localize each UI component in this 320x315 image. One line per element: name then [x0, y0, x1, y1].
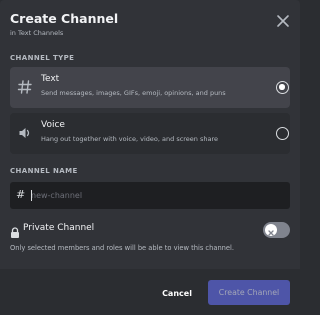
private-channel-description: Only selected members and roles will be …	[10, 244, 235, 252]
private-channel-label: Private Channel	[23, 223, 95, 233]
cancel-button[interactable]: Cancel	[154, 281, 200, 305]
channel-name-prefix: #	[16, 188, 26, 201]
channel-type-label: CHANNEL TYPE	[10, 54, 75, 62]
option-title: Voice	[41, 120, 65, 130]
channel-name-field: #	[10, 182, 290, 209]
channel-name-input[interactable]	[28, 186, 283, 205]
speaker-icon	[17, 125, 33, 141]
lock-icon	[10, 223, 20, 238]
toggle-knob	[265, 224, 277, 236]
modal-header: Create Channel in Text Channels	[10, 11, 118, 38]
option-description: Send messages, images, GIFs, emoji, opin…	[41, 89, 226, 97]
x-icon	[268, 230, 274, 236]
option-title: Text	[41, 74, 60, 84]
radio-text-selected[interactable]	[276, 81, 289, 94]
close-icon[interactable]	[276, 13, 290, 27]
modal-subtitle: in Text Channels	[10, 29, 64, 37]
hash-icon	[17, 79, 33, 95]
private-channel-toggle[interactable]	[263, 222, 290, 238]
create-channel-button[interactable]: Create Channel	[208, 280, 290, 305]
modal-title: Create Channel	[10, 11, 119, 26]
channel-name-label: CHANNEL NAME	[10, 167, 78, 175]
channel-type-option-text[interactable]: Text Send messages, images, GIFs, emoji,…	[10, 67, 290, 108]
option-description: Hang out together with voice, video, and…	[41, 135, 219, 143]
channel-type-option-voice[interactable]: Voice Hang out together with voice, vide…	[10, 113, 290, 154]
radio-voice[interactable]	[276, 127, 289, 140]
text-caret	[31, 190, 32, 201]
modal-footer: Cancel Create Channel	[0, 269, 300, 315]
create-channel-modal: Create Channel in Text Channels CHANNEL …	[0, 0, 300, 315]
